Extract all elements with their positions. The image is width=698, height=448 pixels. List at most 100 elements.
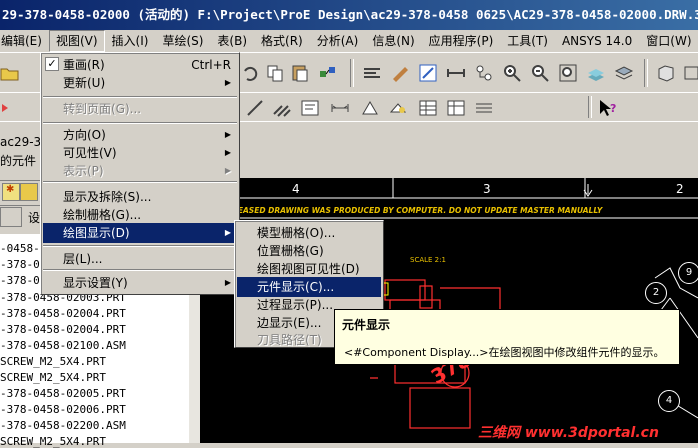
menu-item-component-display[interactable]: 元件显示(C)...: [237, 277, 381, 297]
view-box-icon[interactable]: [682, 63, 698, 83]
menu-item-draw-grid[interactable]: 绘制栅格(G)...: [43, 205, 237, 225]
repaint-icon[interactable]: [362, 63, 382, 83]
tree-row[interactable]: -378-0458-02005.PRT: [0, 387, 126, 400]
menu-edit[interactable]: 编辑(E): [0, 31, 49, 51]
menu-bar: 编辑(E) 视图(V) 插入(I) 草绘(S) 表(B) 格式(R) 分析(A)…: [0, 30, 698, 53]
window-title-bar: 29-378-0458-02000 (活动的) F:\Project\ProE …: [0, 0, 698, 30]
zoom-fit-icon[interactable]: [558, 63, 578, 83]
tree-row[interactable]: -378-0458-02004.PRT: [0, 323, 126, 336]
menu-window[interactable]: 窗口(W): [639, 31, 698, 51]
menu-item-display-settings[interactable]: 显示设置(Y) ▶: [43, 273, 237, 293]
menu-item-orientation[interactable]: 方向(O) ▶: [43, 125, 237, 145]
tree-row[interactable]: -378-0458-02006.PRT: [0, 403, 126, 416]
balloon-label: 2: [652, 287, 660, 298]
menu-table[interactable]: 表(B): [210, 31, 254, 51]
menu-analysis[interactable]: 分析(A): [310, 31, 366, 51]
svg-text:?: ?: [610, 102, 616, 115]
menu-item-label: 绘图视图可见性(D): [257, 262, 360, 276]
balloon[interactable]: 4: [658, 390, 680, 412]
table-edit-icon[interactable]: [446, 98, 466, 118]
menu-ansys[interactable]: ANSYS 14.0: [555, 31, 639, 51]
pan-icon[interactable]: [418, 63, 438, 83]
menu-tools[interactable]: 工具(T): [500, 31, 555, 51]
scale-label: SCALE 2:1: [410, 256, 446, 264]
tab-settings[interactable]: 设: [28, 209, 40, 226]
undo-icon[interactable]: [240, 63, 260, 83]
symbol-icon[interactable]: [360, 98, 380, 118]
menu-applications[interactable]: 应用程序(P): [422, 31, 501, 51]
column-number: 4: [292, 182, 300, 196]
paste-icon[interactable]: [290, 63, 310, 83]
menu-item-show-erase[interactable]: 显示及拆除(S)...: [43, 187, 237, 207]
table-icon[interactable]: [418, 98, 438, 118]
help-pointer-icon[interactable]: ?: [598, 98, 618, 118]
tooltip-title: 元件显示: [342, 318, 391, 332]
open-folder-icon[interactable]: [0, 63, 20, 83]
menu-item-label: 层(L)...: [63, 252, 103, 266]
tab-left[interactable]: [0, 207, 22, 227]
menu-item-position-grid[interactable]: 位置栅格(G): [237, 241, 381, 261]
menu-item-redraw[interactable]: ✓ 重画(R) Ctrl+R: [43, 55, 237, 75]
menu-item-label: 方向(O): [63, 128, 106, 142]
menu-item-label: 重画(R): [63, 58, 105, 72]
menu-item-label: 模型栅格(O)...: [257, 226, 336, 240]
tree-row[interactable]: -378-0458-02200.ASM: [0, 419, 126, 432]
zoom-out-icon[interactable]: [530, 63, 550, 83]
line-icon[interactable]: [245, 98, 265, 118]
reorient-icon[interactable]: [586, 63, 606, 83]
menu-item-label: 过程显示(P)...: [257, 298, 334, 312]
tree-row[interactable]: SCREW_M2_5X4.PRT: [0, 355, 106, 368]
menu-item-view-visibility[interactable]: 绘图视图可见性(D): [237, 259, 381, 279]
menu-item-label: 绘图显示(D): [63, 226, 130, 240]
balloon-icon[interactable]: [474, 98, 494, 118]
dimension-icon[interactable]: [330, 98, 350, 118]
menu-item-label: 转到页面(G)...: [63, 102, 142, 116]
menu-item-label: 显示及拆除(S)...: [63, 190, 152, 204]
menu-item-label: 表示(P): [63, 164, 104, 178]
copy-icon[interactable]: [265, 63, 285, 83]
menu-item-label: 可见性(V): [63, 146, 117, 160]
hatch-icon[interactable]: [272, 98, 292, 118]
folder-icon[interactable]: [20, 183, 38, 201]
menu-item-refresh[interactable]: 更新(U) ▶: [43, 73, 237, 93]
menu-item-model-grid[interactable]: 模型栅格(O)...: [237, 223, 381, 243]
menu-item-label: 元件显示(C)...: [257, 280, 335, 294]
zoom-in-icon[interactable]: [502, 63, 522, 83]
layers-icon[interactable]: [614, 63, 634, 83]
menu-insert[interactable]: 插入(I): [105, 31, 156, 51]
balloon[interactable]: 9: [678, 262, 698, 284]
tree-row[interactable]: -378-0458-02004.PRT: [0, 307, 126, 320]
balloon-label: 9: [685, 267, 693, 278]
tree-row[interactable]: SCREW_M2_5X4.PRT: [0, 435, 106, 448]
menu-item-label: 位置栅格(G): [257, 244, 324, 258]
column-number: 3: [483, 182, 491, 196]
star-icon[interactable]: ✱: [2, 183, 20, 201]
shade-icon[interactable]: [390, 63, 410, 83]
view-3d-icon[interactable]: [656, 63, 676, 83]
menu-info[interactable]: 信息(N): [365, 31, 421, 51]
submenu-arrow-icon: ▶: [224, 166, 231, 175]
submenu-arrow-icon: ▶: [224, 78, 231, 87]
release-notice: THIS RELEASED DRAWING WAS PRODUCED BY CO…: [200, 206, 603, 215]
menu-item-label: 刀具路径(T): [257, 333, 322, 347]
regenerate-icon[interactable]: [318, 63, 338, 83]
text-note-icon[interactable]: [300, 98, 320, 118]
balloon[interactable]: 2: [645, 282, 667, 304]
menu-item-accel: Ctrl+R: [191, 58, 231, 72]
model-tree-icon[interactable]: [474, 63, 494, 83]
tree-row[interactable]: -378-0458-02100.ASM: [0, 339, 126, 352]
menu-sketch[interactable]: 草绘(S): [155, 31, 210, 51]
measure-icon[interactable]: [446, 63, 466, 83]
panel-line-2: 的元件: [0, 154, 37, 168]
balloon-label: 4: [665, 395, 673, 406]
menu-item-visibility[interactable]: 可见性(V) ▶: [43, 143, 237, 163]
menu-item-drawing-display[interactable]: 绘图显示(D) ▶: [43, 223, 237, 243]
tree-row[interactable]: SCREW_M2_5X4.PRT: [0, 371, 106, 384]
menu-view[interactable]: 视图(V): [48, 30, 105, 52]
insert-icon[interactable]: [0, 98, 20, 118]
menu-item-layers[interactable]: 层(L)...: [43, 249, 237, 269]
menu-format[interactable]: 格式(R): [254, 31, 310, 51]
watermark: 三维网 www.3dportal.cn: [478, 425, 659, 441]
submenu-arrow-icon: ▶: [224, 130, 231, 139]
surface-finish-icon[interactable]: [388, 98, 408, 118]
